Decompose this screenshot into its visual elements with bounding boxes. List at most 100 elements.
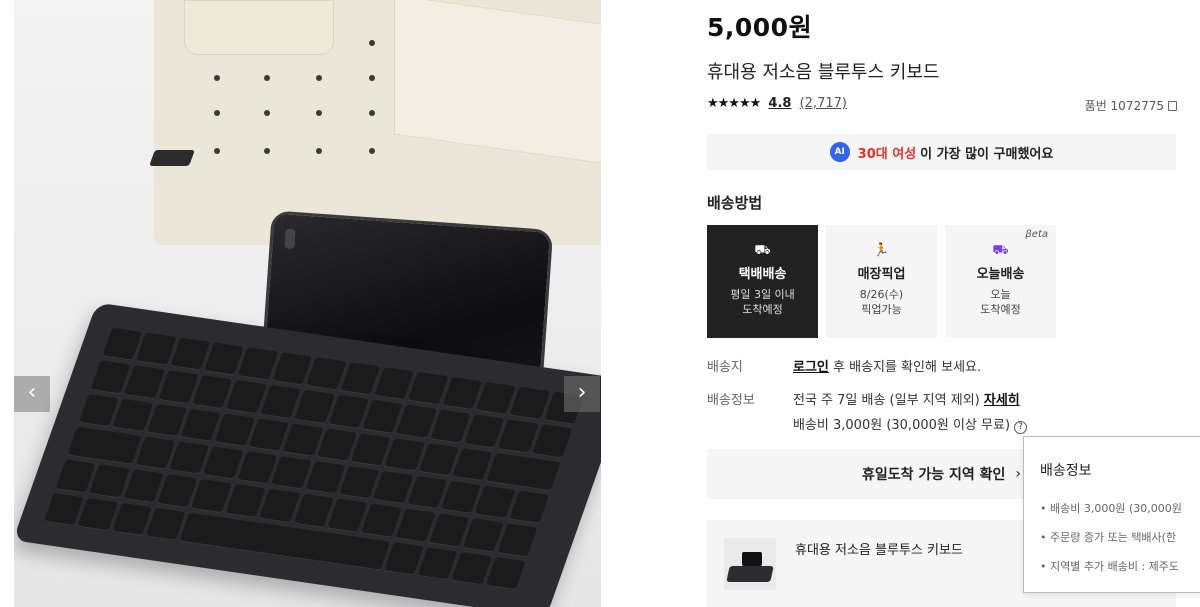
shipping-info-value: 전국 주 7일 배송 (일부 지역 제외) 자세히 xyxy=(793,389,1020,408)
keyboard-key xyxy=(260,385,301,419)
keyboard-key xyxy=(428,513,470,548)
keyboard-key xyxy=(509,386,550,421)
help-icon[interactable]: ? xyxy=(1014,421,1028,434)
keyboard-key xyxy=(440,480,482,515)
chevron-right-icon: › xyxy=(1015,466,1022,482)
keyboard-key xyxy=(77,497,119,532)
keyboard-key xyxy=(304,461,346,495)
shipping-option-store-pickup[interactable]: 🏃 매장픽업 8/26(수) 픽업가능 xyxy=(826,225,937,338)
ai-icon: AI xyxy=(829,142,850,162)
pegboard-cup xyxy=(184,0,334,55)
details-link[interactable]: 자세히 xyxy=(984,393,1020,408)
shipping-info-text: 전국 주 7일 배송 (일부 지역 제외) xyxy=(793,393,980,408)
keyboard-key xyxy=(485,556,526,591)
truck-icon: ⛟ xyxy=(754,243,771,258)
item-number-text: 품번 1072775 xyxy=(1084,99,1164,113)
keyboard-key xyxy=(225,484,266,518)
keyboard-key xyxy=(282,423,323,457)
shipping-option-line1: 평일 3일 이내 xyxy=(730,288,795,301)
keyboard-key xyxy=(135,332,177,366)
keyboard-key xyxy=(90,360,131,395)
shipping-option-parcel[interactable]: ⛟ 택배배송 평일 3일 이내 도착예정 xyxy=(707,225,818,338)
gallery-next-button[interactable]: › xyxy=(564,376,600,412)
keyboard-key xyxy=(418,442,459,477)
keyboard-key xyxy=(396,404,437,439)
keyboard-key xyxy=(497,419,539,454)
login-link[interactable]: 로그인 xyxy=(793,360,829,375)
ai-recommendation-banner: AI 30대 여성 이 가장 많이 구매했어요 xyxy=(707,134,1176,170)
shipping-info-label: 배송정보 xyxy=(707,393,755,408)
keyboard-key xyxy=(474,485,515,520)
keyboard-key xyxy=(361,503,402,538)
shipping-option-name: 오늘배송 xyxy=(976,267,1025,282)
product-thumbnail xyxy=(724,538,776,590)
keyboard-key xyxy=(373,367,415,401)
keyboard-key xyxy=(452,447,493,482)
keyboard-key xyxy=(293,494,334,528)
keyboard-key xyxy=(328,395,369,429)
ai-text: 이 가장 많이 구매했어요 xyxy=(920,146,1054,162)
shipping-options: ⛟ 택배배송 평일 3일 이내 도착예정 🏃 매장픽업 8/26(수) 픽업가능… xyxy=(707,225,1056,338)
keyboard-key xyxy=(441,376,483,411)
keyboard-key xyxy=(462,518,504,553)
keyboard-key xyxy=(463,414,505,449)
pegboard-foot xyxy=(149,150,195,166)
keyboard-key xyxy=(406,475,448,510)
product-price: 5,000원 xyxy=(707,13,813,42)
keyboard-key xyxy=(214,413,255,447)
keyboard-key xyxy=(236,451,278,485)
keyboard-key xyxy=(112,398,154,433)
keyboard-key xyxy=(237,347,279,381)
keyboard-key xyxy=(158,370,199,404)
review-count-link[interactable]: (2,717) xyxy=(800,96,847,111)
tooltip-item: • 배송비 3,000원 (30,000원 xyxy=(1040,502,1182,515)
keyboard-key xyxy=(475,381,516,416)
today-delivery-icon: ⛟ xyxy=(992,243,1009,258)
star-rating-icon: ★★★★★ xyxy=(707,96,761,111)
keyboard-key xyxy=(111,502,153,536)
shipping-option-line1: 오늘 xyxy=(990,288,1011,301)
keyboard-key xyxy=(78,393,120,428)
keyboard-key xyxy=(362,400,403,434)
gallery-prev-button[interactable]: ‹ xyxy=(14,376,50,412)
keyboard-key xyxy=(294,390,335,424)
shipping-option-line1: 8/26(수) xyxy=(859,288,904,301)
destination-row: 배송지 로그인 후 배송지를 확인해 보세요. xyxy=(707,356,1176,375)
keyboard-key xyxy=(531,424,573,459)
item-number: 품번 1072775 xyxy=(1085,97,1177,114)
rating-score: 4.8 xyxy=(768,96,792,111)
keyboard-key xyxy=(496,523,538,558)
keyboard-key xyxy=(407,371,449,406)
keyboard-key xyxy=(395,508,436,543)
holiday-delivery-label: 휴일도착 가능 지역 확인 xyxy=(861,467,1006,483)
keyboard-key xyxy=(305,357,347,391)
keyboard-key xyxy=(67,426,142,466)
shipping-option-line2: 픽업가능 xyxy=(861,303,902,316)
keyboard-key xyxy=(101,327,143,362)
keyboard-key xyxy=(202,446,244,480)
keyboard-key xyxy=(338,466,380,500)
shipping-fee-row: 배송비 3,000원 (30,000원 이상 무료)? xyxy=(707,414,1176,434)
shipping-option-name: 택배배송 xyxy=(738,267,787,282)
destination-text: 후 배송지를 확인해 보세요. xyxy=(833,360,982,375)
shipping-option-today[interactable]: βeta ⛟ 오늘배송 오늘 도착예정 xyxy=(945,225,1056,338)
keyboard-key xyxy=(339,362,381,396)
keyboard-key xyxy=(134,436,176,470)
keyboard-key xyxy=(55,459,96,494)
product-image-gallery xyxy=(14,0,601,607)
product-title: 휴대용 저소음 블루투스 키보드 xyxy=(707,62,940,83)
keyboard-key xyxy=(259,489,300,523)
destination-value: 로그인 후 배송지를 확인해 보세요. xyxy=(793,356,981,375)
keyboard-key xyxy=(146,403,187,437)
keyboard-key xyxy=(168,441,210,475)
keyboard-key xyxy=(270,456,312,490)
copy-icon[interactable] xyxy=(1168,101,1177,111)
shipping-fee-text: 배송비 3,000원 (30,000원 이상 무료) xyxy=(793,418,1011,433)
ai-highlight: 30대 여성 xyxy=(857,146,917,162)
shipping-method-heading: 배송방법 xyxy=(707,194,763,212)
keyboard-key xyxy=(383,541,424,576)
keyboard-key xyxy=(384,437,425,472)
runner-icon: 🏃 xyxy=(873,243,890,258)
rating-row: ★★★★★ 4.8 (2,717) 품번 1072775 xyxy=(707,96,1177,114)
keyboard-key xyxy=(327,499,368,533)
